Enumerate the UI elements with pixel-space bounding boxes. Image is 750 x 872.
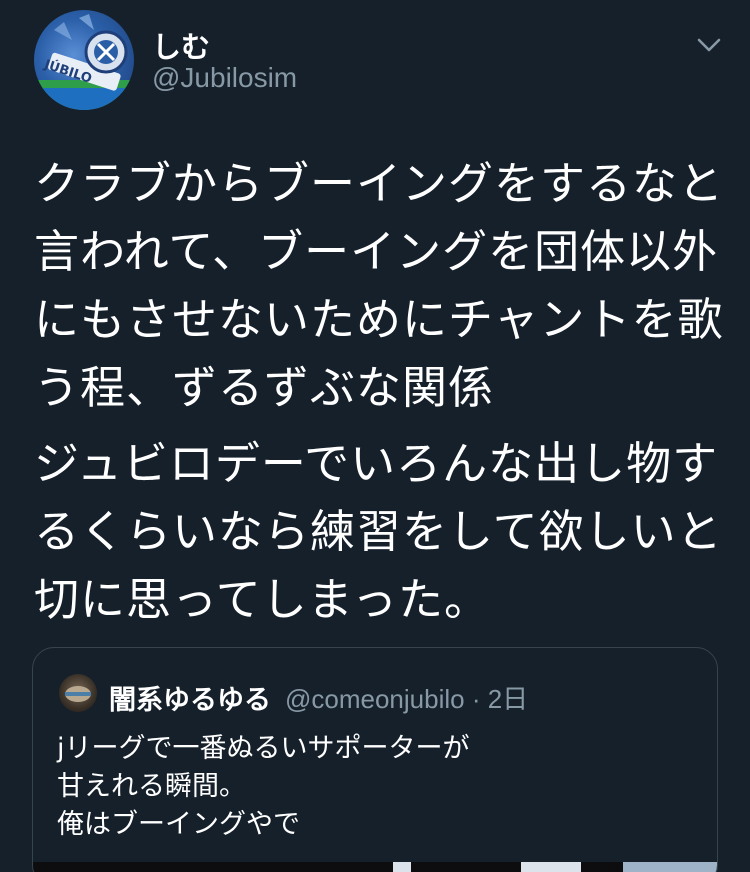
tweet-text: クラブからブーイングをするなと 言われて、ブーイングを団体以外 にもさせないため…: [34, 150, 734, 634]
chevron-down-icon[interactable]: [694, 30, 724, 60]
user-display-name[interactable]: しむ: [152, 24, 210, 66]
user-handle[interactable]: @Jubilosim: [152, 62, 297, 94]
quoted-tweet-text: jリーグで一番ぬるいサポーターが 甘えれる瞬間。 俺はブーイングやで: [57, 733, 470, 840]
quoted-tweet-card[interactable]: 闇系ゆるゆる @comeonjubilo · 2日 jリーグで一番ぬるいサポータ…: [32, 647, 718, 872]
tweet: JÚBILO しむ @Jubilosim クラブからブーイングをするなと 言われ…: [0, 0, 750, 872]
quoted-media-preview[interactable]: [33, 862, 717, 872]
user-avatar[interactable]: JÚBILO: [34, 10, 134, 110]
avatar-emblem-image: JÚBILO: [34, 14, 134, 110]
quoted-display-name: 闇系ゆるゆる: [109, 685, 271, 716]
tweet-paragraph: ジュビロデーでいろんな出し物す るくらいなら練習をして欲しいと 切に思ってしまっ…: [34, 437, 723, 626]
tweet-paragraph: クラブからブーイングをするなと 言われて、ブーイングを団体以外 にもさせないため…: [34, 157, 725, 414]
quoted-handle-time: @comeonjubilo · 2日: [285, 684, 529, 714]
quoted-user-avatar: [59, 674, 97, 712]
